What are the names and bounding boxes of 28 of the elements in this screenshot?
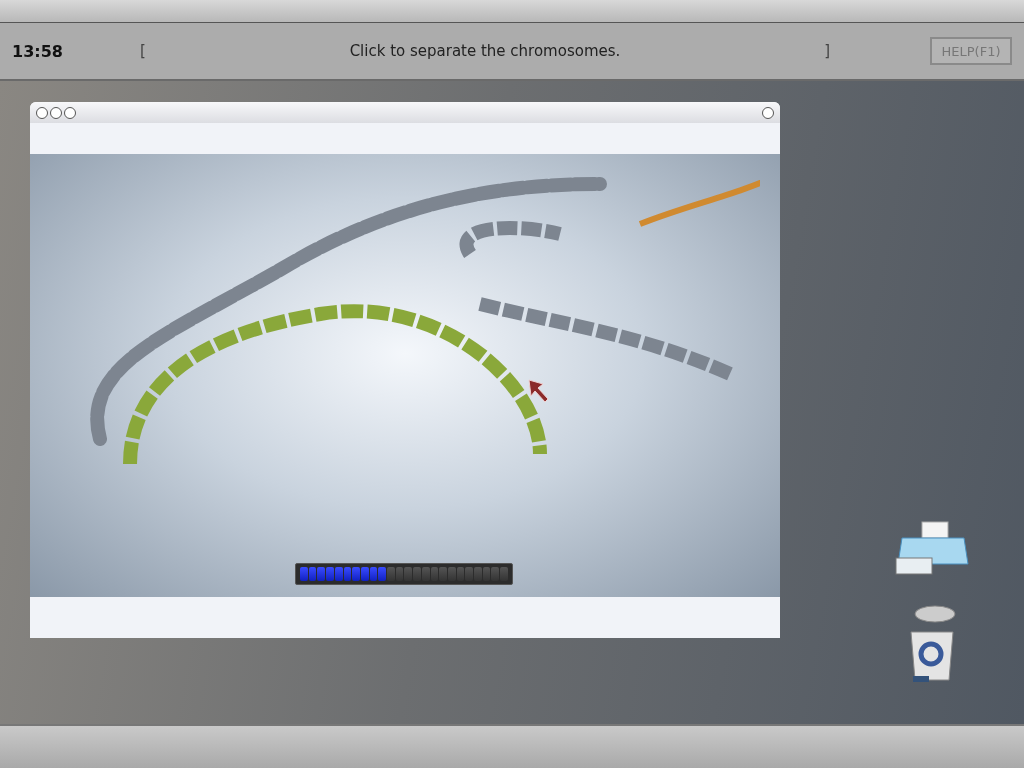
meter-segment (404, 567, 413, 581)
instruction-text: Click to separate the chromosomes. (348, 42, 622, 60)
window-control-icon[interactable] (64, 106, 76, 119)
cursor-icon (527, 378, 551, 404)
help-button[interactable]: HELP(F1) (930, 37, 1012, 65)
meter-segment (491, 567, 500, 581)
chromosome-picture[interactable] (30, 154, 780, 597)
meter-segment (360, 567, 369, 581)
meter-segment (334, 567, 343, 581)
meter-segment (343, 567, 352, 581)
meter-segment (395, 567, 404, 581)
meter-segment (465, 567, 474, 581)
printer-icon[interactable] (894, 520, 970, 578)
meter-segment (421, 567, 430, 581)
bracket: [ (140, 42, 146, 60)
meter-segment (430, 567, 439, 581)
timer: 13:58 (12, 41, 64, 61)
meter-segment (308, 567, 317, 581)
window-control-icon[interactable] (762, 106, 774, 119)
window-control-icon[interactable] (50, 106, 62, 119)
meter-segment (317, 567, 326, 581)
meter-segment (369, 567, 378, 581)
meter-segment (447, 567, 456, 581)
window-control-icon[interactable] (36, 106, 48, 119)
trash-icon[interactable] (907, 602, 957, 684)
meter-segment (456, 567, 465, 581)
bracket: ] (824, 42, 830, 60)
meter-segment (482, 567, 491, 581)
